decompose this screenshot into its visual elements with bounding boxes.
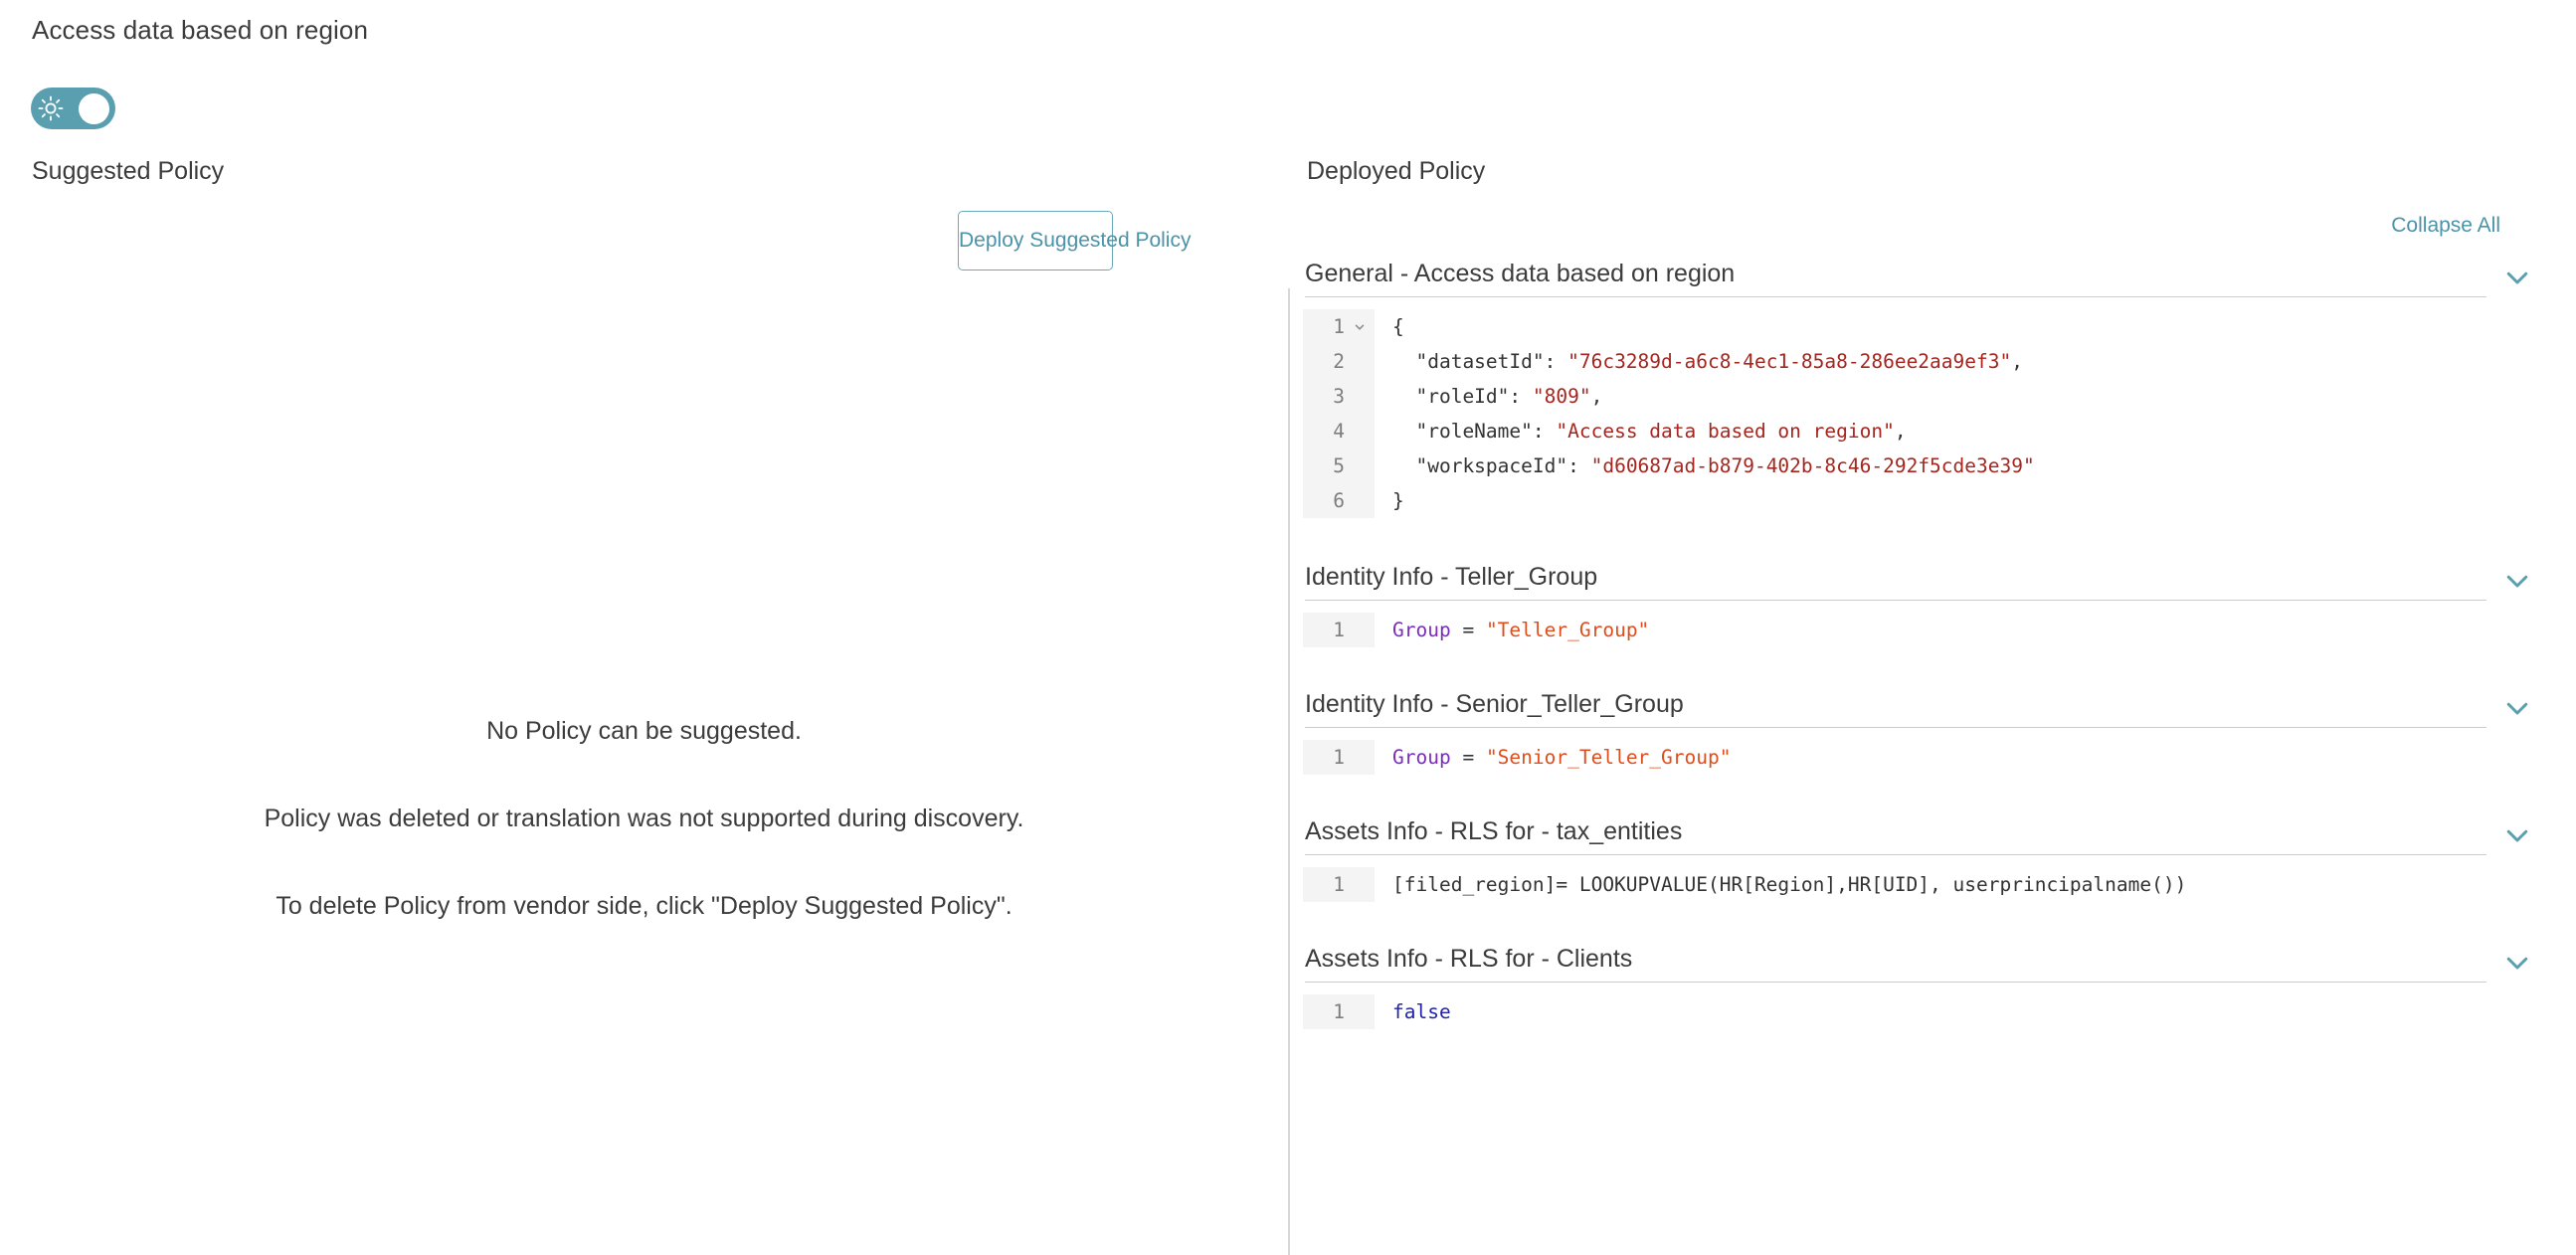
code-fold-toggle-icon[interactable] [1353,309,1367,344]
policy-section: General - Access data based on region 1 2 3… [1303,257,2576,518]
code-token: "d60687ad-b879-402b-8c46-292f5cde3e39" [1590,454,2035,477]
code-token: = [1450,746,1486,769]
chevron-down-icon[interactable] [2502,820,2532,850]
policy-section-header[interactable]: Identity Info - Senior_Teller_Group [1303,687,2576,723]
line-number: 2 [1333,350,1345,373]
line-number: 5 [1333,454,1345,477]
section-underline [1305,982,2486,983]
code-token: "roleName": [1392,420,1557,443]
line-number-gutter: 1 [1303,613,1375,647]
deployed-policy-heading: Deployed Policy [1307,157,1486,185]
suggested-policy-heading: Suggested Policy [32,157,225,185]
line-number: 6 [1333,489,1345,512]
line-number: 1 [1333,746,1345,769]
code-token: "Access data based on region" [1556,420,1895,443]
code-line: { [1392,309,2576,344]
line-number: 1 [1303,309,1365,344]
chevron-down-icon[interactable] [2502,263,2532,292]
line-number-gutter: 1 [1303,740,1375,775]
empty-state-line: To delete Policy from vendor side, click… [276,892,1012,920]
code-token: = [1450,619,1486,641]
code-token: Group [1392,746,1451,769]
deploy-suggested-policy-button[interactable]: Deploy Suggested Policy [958,211,1191,270]
policy-section-title: Identity Info - Teller_Group [1305,563,1598,591]
code-content: [filed_region]= LOOKUPVALUE(HR[Region],H… [1375,867,2576,902]
code-block[interactable]: 1 Group = "Senior_Teller_Group" [1303,740,2576,775]
code-token: } [1392,489,1404,512]
code-token: "Teller_Group" [1485,619,1650,641]
policy-section-header[interactable]: General - Access data based on region [1303,257,2576,292]
code-line: [filed_region]= LOOKUPVALUE(HR[Region],H… [1392,867,2576,902]
line-number: 4 [1333,420,1345,443]
policy-section-header[interactable]: Assets Info - RLS for - Clients [1303,942,2576,978]
code-token: [filed_region]= LOOKUPVALUE(HR[Region],H… [1392,873,2187,896]
code-line: Group = "Teller_Group" [1392,613,2576,647]
line-number: 1 [1333,873,1345,896]
code-block[interactable]: 1 [filed_region]= LOOKUPVALUE(HR[Region],… [1303,867,2576,902]
empty-state-line: Policy was deleted or translation was no… [264,805,1024,832]
policy-sections-list: General - Access data based on region 1 2 3… [1303,257,2576,1029]
chevron-down-icon[interactable] [2502,693,2532,723]
theme-toggle[interactable] [31,88,115,129]
line-number-gutter: 1 [1303,994,1375,1029]
code-token: "roleId": [1392,385,1533,408]
line-number: 3 [1333,385,1345,408]
code-token: false [1392,1000,1451,1023]
suggested-policy-pane: Deploy Suggested Policy No Policy can be… [0,189,1288,1255]
policy-section-title: General - Access data based on region [1305,260,1736,287]
code-line: "workspaceId": "d60687ad-b879-402b-8c46-… [1392,448,2576,483]
code-line: } [1392,483,2576,518]
code-token: "datasetId": [1392,350,1568,373]
code-token: "workspaceId": [1392,454,1591,477]
code-line: "roleName": "Access data based on region… [1392,414,2576,448]
line-number: 1 [1333,619,1345,641]
code-content: { "datasetId": "76c3289d-a6c8-4ec1-85a8-… [1375,309,2576,518]
policy-section-title: Assets Info - RLS for - Clients [1305,945,1633,973]
line-number-gutter: 1 2 3 4 5 6 [1303,309,1375,518]
code-block[interactable]: 1 false [1303,994,2576,1029]
empty-state-message: No Policy can be suggested. Policy was d… [0,716,1288,921]
code-block[interactable]: 1 2 3 4 5 6 { "datasetId": "76c3289d-a6c8-4ec1… [1303,309,2576,518]
code-token: , [1590,385,1603,408]
line-number-gutter: 1 [1303,867,1375,902]
pane-divider [1288,288,1290,1255]
collapse-all-button[interactable]: Collapse All [2391,213,2500,239]
policy-section-title: Assets Info - RLS for - tax_entities [1305,817,1683,845]
chevron-down-icon[interactable] [2502,948,2532,978]
code-line: "datasetId": "76c3289d-a6c8-4ec1-85a8-28… [1392,344,2576,379]
code-token: , [2011,350,2023,373]
policy-section: Identity Info - Teller_Group 1 Group = "Te… [1303,560,2576,647]
section-underline [1305,854,2486,855]
section-underline [1305,727,2486,728]
suggested-vs-deployed-policy-view: Access data based on region Suggested Po… [0,0,2576,1255]
code-content: false [1375,994,2576,1029]
deployed-policy-pane: Collapse All General - Access data based… [1303,189,2576,1255]
sun-icon [38,95,64,121]
toggle-knob [79,92,109,124]
code-content: Group = "Senior_Teller_Group" [1375,740,2576,775]
empty-state-line: No Policy can be suggested. [486,717,802,745]
code-token: { [1392,315,1404,338]
policy-section: Assets Info - RLS for - tax_entities 1 [fi… [1303,814,2576,902]
code-block[interactable]: 1 Group = "Teller_Group" [1303,613,2576,647]
line-number: 1 [1333,1000,1345,1023]
code-token: "76c3289d-a6c8-4ec1-85a8-286ee2aa9ef3" [1567,350,2012,373]
code-line: "roleId": "809", [1392,379,2576,414]
policy-section-title: Identity Info - Senior_Teller_Group [1305,690,1684,718]
code-content: Group = "Teller_Group" [1375,613,2576,647]
policy-section-header[interactable]: Identity Info - Teller_Group [1303,560,2576,596]
code-token: "809" [1532,385,1591,408]
code-token: , [1894,420,1907,443]
page-title: Access data based on region [32,15,369,45]
policy-section-header[interactable]: Assets Info - RLS for - tax_entities [1303,814,2576,850]
code-line: false [1392,994,2576,1029]
section-underline [1305,600,2486,601]
code-token: "Senior_Teller_Group" [1485,746,1732,769]
code-line: Group = "Senior_Teller_Group" [1392,740,2576,775]
policy-section: Assets Info - RLS for - Clients 1 false [1303,942,2576,1029]
code-token: Group [1392,619,1451,641]
policy-section: Identity Info - Senior_Teller_Group 1 Grou… [1303,687,2576,775]
section-underline [1305,296,2486,297]
chevron-down-icon[interactable] [2502,566,2532,596]
